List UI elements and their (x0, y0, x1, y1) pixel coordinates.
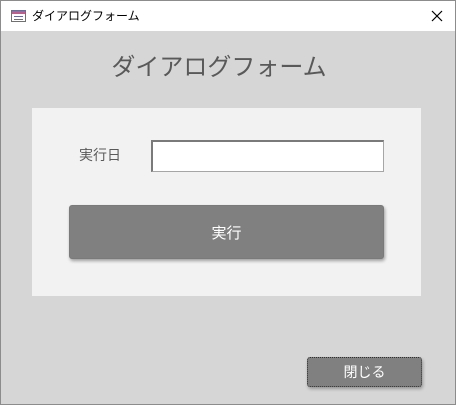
window-title: ダイアログフォーム (32, 9, 140, 23)
dialog-window: ダイアログフォーム ダイアログフォーム 実行日 実行 閉じる (0, 0, 456, 405)
run-button[interactable]: 実行 (69, 205, 384, 259)
close-icon (431, 10, 443, 22)
close-button[interactable]: 閉じる (307, 357, 422, 387)
form-panel: 実行日 実行 (32, 108, 421, 296)
form-icon (11, 10, 26, 22)
title-bar[interactable]: ダイアログフォーム (1, 1, 455, 31)
execution-date-label: 実行日 (79, 148, 121, 164)
execution-date-input[interactable] (151, 140, 384, 172)
form-heading: ダイアログフォーム (111, 53, 327, 81)
window-close-button[interactable] (419, 1, 455, 31)
